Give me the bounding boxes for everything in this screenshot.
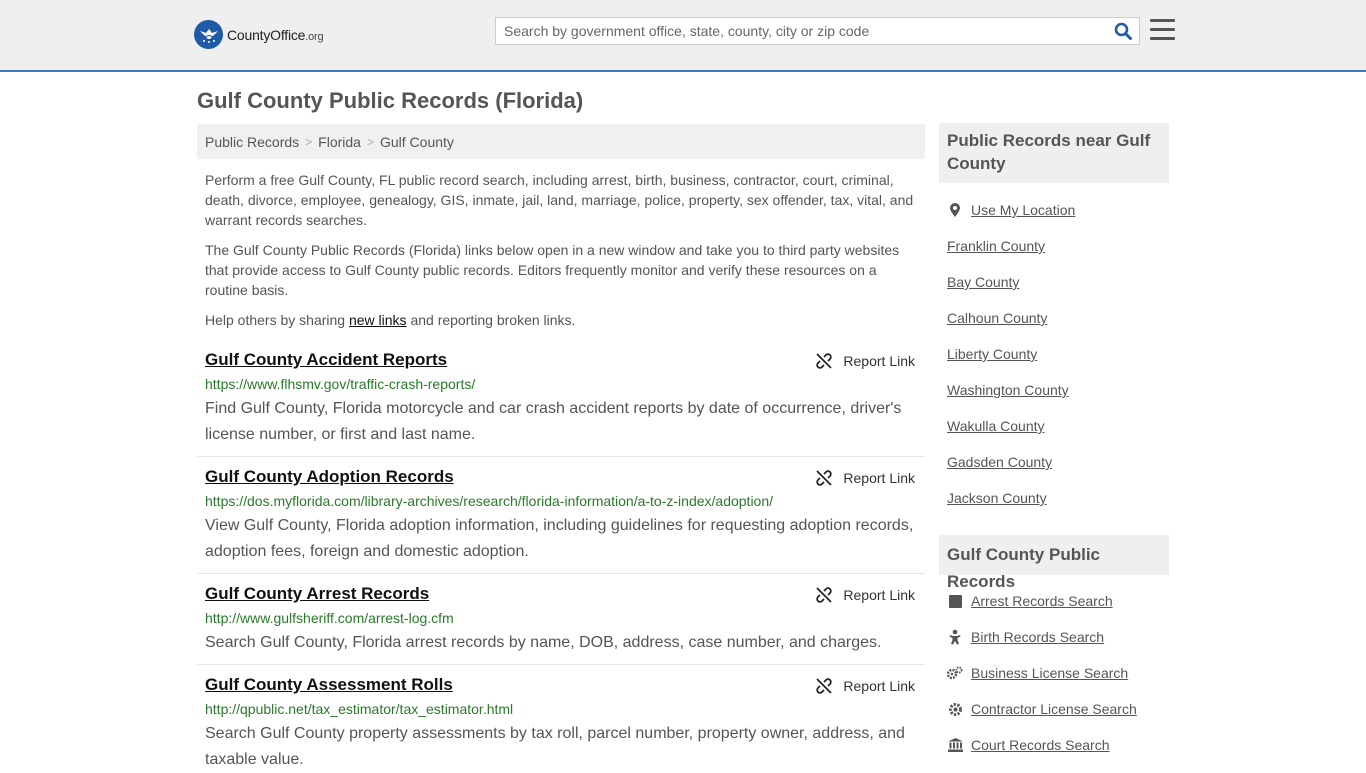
breadcrumb-public-records[interactable]: Public Records <box>205 134 299 150</box>
report-link-button[interactable]: Report Link <box>815 352 915 370</box>
birth-records-search-link[interactable]: Birth Records Search <box>947 629 1104 645</box>
birth-records-search-label: Birth Records Search <box>971 629 1105 645</box>
site-logo[interactable]: CountyOffice.org <box>194 20 324 49</box>
breadcrumb-separator-icon: > <box>305 134 313 149</box>
gear-icon <box>947 701 963 717</box>
help-suffix: and reporting broken links. <box>406 312 576 328</box>
contractor-license-search-label: Contractor License Search <box>971 701 1137 717</box>
nearby-county-link[interactable]: Gadsden County <box>947 454 1052 470</box>
court-records-search-label: Court Records Search <box>971 737 1110 753</box>
nearby-county-link[interactable]: Calhoun County <box>947 310 1047 326</box>
report-link-label: Report Link <box>843 587 915 603</box>
page-title: Gulf County Public Records (Florida) <box>197 88 584 113</box>
record-item: Gulf County Arrest Records Report Link h… <box>197 584 925 665</box>
record-item: Gulf County Accident Reports Report Link… <box>197 350 925 457</box>
record-url: https://www.flhsmv.gov/traffic-crash-rep… <box>205 376 476 392</box>
county-records-heading: Gulf County Public Records <box>939 535 1169 591</box>
logo-text: CountyOffice.org <box>227 26 324 43</box>
report-link-label: Report Link <box>843 353 915 369</box>
record-url: http://qpublic.net/tax_estimator/tax_est… <box>205 701 514 717</box>
breadcrumb: Public Records > Florida > Gulf County <box>197 124 925 159</box>
record-title-link[interactable]: Gulf County Arrest Records <box>205 584 429 604</box>
use-my-location-label: Use My Location <box>971 202 1076 218</box>
baby-icon <box>947 629 963 645</box>
nearby-county-link[interactable]: Wakulla County <box>947 418 1045 434</box>
search-bar <box>495 17 1140 45</box>
report-link-label: Report Link <box>843 678 915 694</box>
report-link-button[interactable]: Report Link <box>815 469 915 487</box>
arrest-records-search-label: Arrest Records Search <box>971 593 1113 609</box>
court-records-search-link[interactable]: Court Records Search <box>947 737 1110 753</box>
business-license-search-link[interactable]: Business License Search <box>947 665 1128 681</box>
logo-brand: CountyOffice <box>227 26 306 43</box>
breadcrumb-gulf-county[interactable]: Gulf County <box>380 134 454 150</box>
nearby-county-link[interactable]: Liberty County <box>947 346 1037 362</box>
record-title-link[interactable]: Gulf County Assessment Rolls <box>205 675 453 695</box>
record-title-link[interactable]: Gulf County Accident Reports <box>205 350 447 370</box>
report-link-label: Report Link <box>843 470 915 486</box>
logo-eagle-icon <box>194 20 223 49</box>
record-item: Gulf County Assessment Rolls Report Link… <box>197 675 925 768</box>
record-description: Find Gulf County, Florida motorcycle and… <box>205 400 902 443</box>
record-title-link[interactable]: Gulf County Adoption Records <box>205 467 454 487</box>
site-header: CountyOffice.org <box>0 0 1366 72</box>
hamburger-menu-icon[interactable] <box>1150 19 1175 43</box>
search-button[interactable] <box>1107 18 1139 44</box>
help-paragraph: Help others by sharing new links and rep… <box>205 310 920 330</box>
map-pin-icon <box>947 202 963 218</box>
broken-link-icon <box>816 587 833 603</box>
arrest-records-search-link[interactable]: Arrest Records Search <box>947 593 1113 609</box>
business-license-search-label: Business License Search <box>971 665 1129 681</box>
nearby-county-link[interactable]: Bay County <box>947 274 1019 290</box>
new-links-link[interactable]: new links <box>349 312 407 328</box>
square-icon <box>947 593 963 609</box>
disclaimer-paragraph: The Gulf County Public Records (Florida)… <box>205 242 900 298</box>
record-description: Search Gulf County property assessments … <box>205 725 905 768</box>
cogs-icon <box>947 665 963 681</box>
breadcrumb-florida[interactable]: Florida <box>318 134 361 150</box>
nearby-county-link[interactable]: Jackson County <box>947 490 1047 506</box>
logo-tld: .org <box>305 30 324 43</box>
courthouse-icon <box>947 737 963 753</box>
intro-paragraph: Perform a free Gulf County, FL public re… <box>205 172 914 228</box>
record-description: View Gulf County, Florida adoption infor… <box>205 517 914 560</box>
broken-link-icon <box>816 470 833 486</box>
nearby-county-link[interactable]: Washington County <box>947 382 1069 398</box>
broken-link-icon <box>816 353 833 369</box>
record-item: Gulf County Adoption Records Report Link… <box>197 467 925 574</box>
report-link-button[interactable]: Report Link <box>815 677 915 695</box>
record-description: Search Gulf County, Florida arrest recor… <box>205 634 882 651</box>
broken-link-icon <box>816 678 833 694</box>
help-prefix: Help others by sharing <box>205 312 349 328</box>
breadcrumb-separator-icon: > <box>366 134 374 149</box>
search-icon <box>1114 22 1132 40</box>
contractor-license-search-link[interactable]: Contractor License Search <box>947 701 1137 717</box>
record-url: https://dos.myflorida.com/library-archiv… <box>205 493 774 509</box>
nearby-county-link[interactable]: Franklin County <box>947 238 1045 254</box>
search-input[interactable] <box>496 19 1107 43</box>
report-link-button[interactable]: Report Link <box>815 586 915 604</box>
use-my-location-link[interactable]: Use My Location <box>947 202 1075 218</box>
near-records-heading: Public Records near Gulf County <box>939 123 1169 183</box>
record-url: http://www.gulfsheriff.com/arrest-log.cf… <box>205 610 454 626</box>
